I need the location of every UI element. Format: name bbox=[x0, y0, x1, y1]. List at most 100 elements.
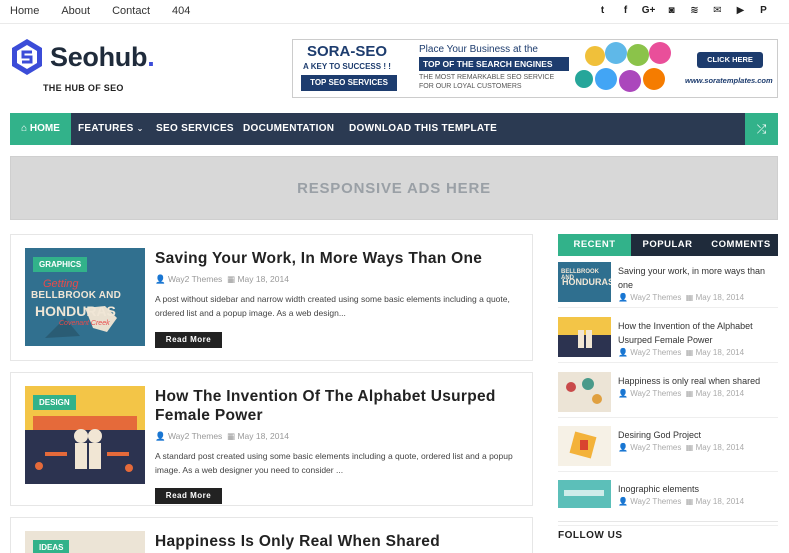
user-icon: 👤 bbox=[155, 274, 166, 284]
tab-comments[interactable]: COMMENTS bbox=[704, 234, 778, 256]
recent-title[interactable]: How the Invention of the Alphabet Usurpe… bbox=[618, 319, 776, 347]
post-title[interactable]: How The Invention Of The Alphabet Usurpe… bbox=[155, 387, 525, 425]
banner-url: www.soratemplates.com bbox=[685, 76, 773, 85]
rss-icon[interactable]: ≋ bbox=[683, 4, 706, 18]
post-meta: 👤 Way2 Themes ▦ May 18, 2014 bbox=[155, 431, 289, 442]
recent-thumbnail[interactable] bbox=[558, 372, 611, 412]
nav-features[interactable]: FEATURES ⌄ bbox=[78, 113, 144, 145]
post-thumbnail[interactable]: DESIGN bbox=[25, 386, 145, 484]
tab-recent[interactable]: RECENT bbox=[558, 234, 631, 256]
calendar-icon: ▦ bbox=[227, 431, 236, 441]
user-icon: 👤 bbox=[618, 348, 628, 357]
list-item: How the Invention of the Alphabet Usurpe… bbox=[558, 317, 778, 363]
post-title[interactable]: Happiness Is Only Real When Shared bbox=[155, 532, 525, 551]
post-category-badge[interactable]: DESIGN bbox=[33, 395, 76, 410]
twitter-icon[interactable]: t bbox=[591, 4, 614, 18]
user-icon: 👤 bbox=[618, 443, 628, 452]
banner-search-text: TOP OF THE SEARCH ENGINES bbox=[419, 57, 569, 71]
list-item: Desiring God Project 👤 Way2 Themes ▦ May… bbox=[558, 426, 778, 472]
recent-meta: 👤 Way2 Themes ▦ May 18, 2014 bbox=[618, 443, 745, 452]
post-date: May 18, 2014 bbox=[237, 431, 289, 441]
social-links: t f G+ ◙ ≋ ✉ ▶ P bbox=[591, 4, 775, 18]
calendar-icon: ▦ bbox=[685, 389, 694, 398]
calendar-icon: ▦ bbox=[685, 293, 694, 302]
list-item: Happiness is only real when shared 👤 Way… bbox=[558, 372, 778, 418]
top-bar: Home About Contact 404 t f G+ ◙ ≋ ✉ ▶ P bbox=[0, 0, 789, 24]
recent-title[interactable]: Inographic elements bbox=[618, 482, 776, 496]
user-icon: 👤 bbox=[155, 431, 166, 441]
banner-place-text: Place Your Business at the bbox=[419, 44, 538, 55]
instagram-icon[interactable]: ◙ bbox=[660, 4, 683, 18]
post-thumbnail[interactable]: Getting BELLBROOK AND HONDURAS Covenant … bbox=[25, 248, 145, 346]
banner-key-text: A KEY TO SUCCESS ! ! bbox=[303, 62, 391, 71]
recent-title[interactable]: Happiness is only real when shared bbox=[618, 374, 776, 388]
nav-home[interactable]: ⌂ HOME bbox=[10, 113, 71, 145]
nav-download-template[interactable]: DOWNLOAD THIS TEMPLATE bbox=[349, 113, 497, 145]
hexagon-logo-icon bbox=[12, 39, 42, 75]
post-card: IDEAS Happiness Is Only Real When Shared bbox=[10, 517, 533, 553]
calendar-icon: ▦ bbox=[685, 497, 694, 506]
recent-thumbnail[interactable] bbox=[558, 480, 611, 508]
banner-sora-title: SORA-SEO bbox=[307, 43, 388, 60]
post-author[interactable]: Way2 Themes bbox=[168, 431, 222, 441]
shuffle-icon[interactable]: ⤮ bbox=[745, 113, 778, 145]
post-title[interactable]: Saving Your Work, In More Ways Than One bbox=[155, 249, 525, 268]
post-author[interactable]: Way2 Themes bbox=[168, 274, 222, 284]
responsive-ads-placeholder: RESPONSIVE ADS HERE bbox=[10, 156, 778, 220]
site-tagline: THE HUB OF SEO bbox=[43, 83, 124, 93]
post-category-badge[interactable]: GRAPHICS bbox=[33, 257, 88, 272]
top-nav-contact[interactable]: Contact bbox=[112, 4, 150, 18]
google-plus-icon[interactable]: G+ bbox=[637, 4, 660, 18]
post-card: DESIGN How The Invention Of The Alphabet… bbox=[10, 372, 533, 506]
recent-meta: 👤 Way2 Themes ▦ May 18, 2014 bbox=[618, 348, 745, 357]
tab-popular[interactable]: POPULAR bbox=[631, 234, 704, 256]
recent-meta: 👤 Way2 Themes ▦ May 18, 2014 bbox=[618, 389, 745, 398]
nav-seo-services[interactable]: SEO SERVICES bbox=[156, 113, 234, 145]
main-nav: ⌂ HOME FEATURES ⌄ SEO SERVICES DOCUMENTA… bbox=[10, 113, 778, 145]
list-item: BELLBROOK AND HONDURAS Saving your work,… bbox=[558, 262, 778, 308]
post-category-badge[interactable]: IDEAS bbox=[33, 540, 70, 553]
site-name: Seohub bbox=[50, 41, 148, 72]
banner-top-services: TOP SEO SERVICES bbox=[301, 75, 397, 91]
post-date: May 18, 2014 bbox=[237, 274, 289, 284]
recent-thumbnail[interactable] bbox=[558, 426, 611, 466]
chevron-down-icon: ⌄ bbox=[136, 124, 144, 133]
nav-documentation[interactable]: DOCUMENTATION bbox=[243, 113, 334, 145]
ads-text: RESPONSIVE ADS HERE bbox=[297, 180, 491, 197]
recent-title[interactable]: Saving your work, in more ways than one bbox=[618, 264, 776, 292]
recent-meta: 👤 Way2 Themes ▦ May 18, 2014 bbox=[618, 497, 745, 506]
site-logo[interactable]: Seohub. bbox=[10, 38, 155, 76]
calendar-icon: ▦ bbox=[685, 348, 694, 357]
recent-thumbnail[interactable] bbox=[558, 317, 611, 357]
sidebar-tabs: RECENT POPULAR COMMENTS bbox=[558, 234, 778, 256]
banner-click-here-button[interactable]: CLICK HERE bbox=[697, 52, 763, 68]
facebook-icon[interactable]: f bbox=[614, 4, 637, 18]
user-icon: 👤 bbox=[618, 293, 628, 302]
user-icon: 👤 bbox=[618, 389, 628, 398]
top-nav: Home About Contact 404 bbox=[10, 4, 212, 18]
recent-thumbnail[interactable]: BELLBROOK AND HONDURAS bbox=[558, 262, 611, 302]
post-excerpt: A post without sidebar and narrow width … bbox=[155, 294, 510, 318]
post-card: Getting BELLBROOK AND HONDURAS Covenant … bbox=[10, 234, 533, 361]
top-nav-404[interactable]: 404 bbox=[172, 4, 190, 18]
banner-circles-graphic bbox=[575, 42, 685, 96]
post-excerpt: A standard post created using some basic… bbox=[155, 451, 513, 475]
top-nav-about[interactable]: About bbox=[61, 4, 90, 18]
read-more-button[interactable]: Read More bbox=[155, 332, 222, 348]
email-icon[interactable]: ✉ bbox=[706, 4, 729, 18]
header-banner-ad[interactable]: SORA-SEO A KEY TO SUCCESS ! ! TOP SEO SE… bbox=[292, 39, 778, 98]
recent-title[interactable]: Desiring God Project bbox=[618, 428, 776, 442]
top-nav-home[interactable]: Home bbox=[10, 4, 39, 18]
calendar-icon: ▦ bbox=[685, 443, 694, 452]
site-name-dot: . bbox=[147, 41, 155, 72]
read-more-button[interactable]: Read More bbox=[155, 488, 222, 504]
banner-remark-text: THE MOST REMARKABLE SEO SERVICE FOR OUR … bbox=[419, 74, 555, 90]
youtube-icon[interactable]: ▶ bbox=[729, 4, 752, 18]
post-meta: 👤 Way2 Themes ▦ May 18, 2014 bbox=[155, 274, 289, 285]
post-thumbnail[interactable]: IDEAS bbox=[25, 531, 145, 553]
user-icon: 👤 bbox=[618, 497, 628, 506]
recent-meta: 👤 Way2 Themes ▦ May 18, 2014 bbox=[618, 293, 745, 302]
home-icon: ⌂ bbox=[21, 123, 30, 134]
list-item: Inographic elements 👤 Way2 Themes ▦ May … bbox=[558, 480, 778, 526]
pinterest-icon[interactable]: P bbox=[752, 4, 775, 18]
